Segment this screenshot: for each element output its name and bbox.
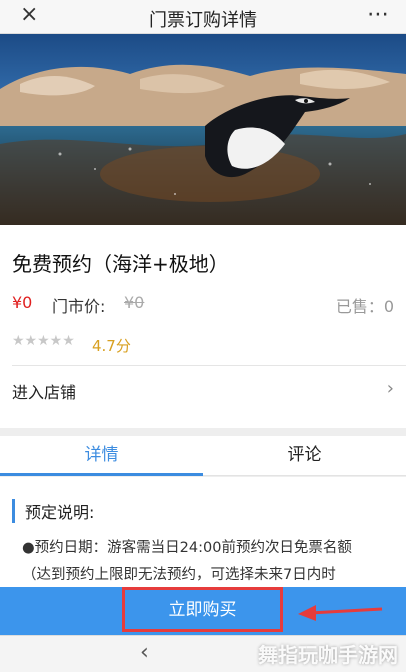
market-price-label: 门市价: — [52, 297, 106, 316]
watermark: 舞指玩咖手游网 — [258, 643, 398, 667]
enter-store-row[interactable]: 进入店铺 › — [0, 366, 406, 411]
enter-store-label: 进入店铺 — [12, 383, 77, 402]
buy-bar: 立即购买 — [0, 587, 406, 635]
bottom-nav-bar: ‹ 舞指玩咖手游网 — [0, 635, 406, 672]
notice-title: 预定说明: — [12, 499, 94, 523]
back-chevron-icon[interactable]: ‹ — [140, 640, 149, 665]
price: ¥0 — [12, 293, 33, 312]
more-icon[interactable]: ⋯ — [367, 2, 390, 27]
tab-reviews[interactable]: 评论 — [203, 436, 406, 476]
arrow-left-icon — [298, 605, 383, 621]
product-info-card: 免费预约（海洋+极地） ¥0 门市价: ¥0 已售：0 ★★★★★ 4.7分 进… — [0, 225, 406, 428]
hero-image — [0, 34, 406, 225]
tab-bar: 详情 评论 — [0, 436, 406, 476]
top-nav-bar: × 门票订购详情 ⋯ — [0, 0, 406, 34]
star-rating-icon: ★★★★★ — [12, 333, 75, 349]
page-title: 门票订购详情 — [149, 10, 257, 31]
chevron-right-icon: › — [386, 378, 394, 399]
tab-details[interactable]: 详情 — [0, 436, 203, 476]
price-row: ¥0 门市价: ¥0 已售：0 — [12, 293, 394, 316]
product-title: 免费预约（海洋+极地） — [12, 252, 229, 276]
buy-now-button[interactable]: 立即购买 — [122, 587, 283, 632]
notice-line: （达到预约上限即无法预约，可选择未来7日内时 — [22, 567, 336, 583]
rating-score: 4.7分 — [92, 337, 131, 355]
sold-count: 已售：0 — [335, 297, 394, 316]
notice-text: ●预约日期：游客需当日24:00前预约次日免票名额 （达到预约上限即无法预约，可… — [22, 535, 352, 587]
penguin-photo — [0, 34, 406, 225]
notice-line: ●预约日期：游客需当日24:00前预约次日免票名额 — [22, 540, 352, 556]
market-price: ¥0 — [124, 293, 145, 312]
details-content: 预定说明: ●预约日期：游客需当日24:00前预约次日免票名额 （达到预约上限即… — [0, 477, 406, 587]
